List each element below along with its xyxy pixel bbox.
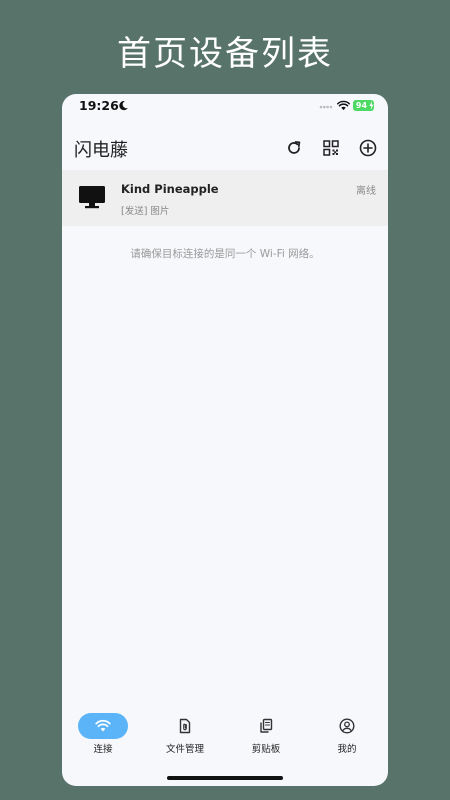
user-icon — [339, 718, 355, 734]
app-header: 闪电藤 — [62, 130, 388, 166]
phone-screen: 19:26 94 闪电藤 Kind Pineapple 离线 [发送] 图片 请… — [62, 94, 388, 786]
monitor-icon — [79, 186, 105, 209]
qr-code-icon[interactable] — [321, 138, 341, 158]
charging-bolt-icon — [369, 101, 374, 110]
tab-clipboard[interactable]: 剪贴板 — [225, 706, 307, 762]
tab-profile[interactable]: 我的 — [306, 706, 388, 762]
moon-icon — [119, 101, 128, 111]
tab-connect[interactable]: 连接 — [62, 706, 144, 762]
tab-label: 连接 — [93, 744, 113, 755]
device-status: 离线 — [356, 186, 376, 197]
tab-label: 我的 — [337, 744, 357, 755]
wifi-icon — [95, 719, 111, 732]
home-indicator — [167, 776, 283, 780]
page-title: 闪电藤 — [74, 140, 128, 161]
status-time: 19:26 — [79, 98, 119, 113]
promo-title: 首页设备列表 — [117, 34, 333, 74]
tab-bar: 连接 文件管理 剪贴板 我的 — [62, 706, 388, 762]
tab-label: 剪贴板 — [251, 744, 281, 755]
device-row[interactable]: Kind Pineapple 离线 [发送] 图片 — [62, 170, 388, 226]
tab-icon-container — [78, 713, 128, 739]
add-device-icon[interactable] — [358, 138, 378, 158]
battery-indicator: 94 — [353, 100, 374, 111]
refresh-icon[interactable] — [284, 138, 304, 158]
network-hint: 请确保目标连接的是同一个 Wi-Fi 网络。 — [130, 248, 320, 260]
wifi-status-icon — [337, 100, 350, 111]
status-bar: 19:26 94 — [62, 94, 388, 118]
file-attachment-icon — [179, 718, 191, 734]
device-last-message: [发送] 图片 — [121, 206, 170, 217]
tab-icon-container — [322, 713, 372, 739]
battery-level: 94 — [355, 101, 368, 110]
tab-label: 文件管理 — [165, 744, 204, 755]
tab-icon-container — [160, 713, 210, 739]
tab-file-manager[interactable]: 文件管理 — [144, 706, 226, 762]
clipboard-icon — [260, 718, 273, 733]
tab-icon-container — [241, 713, 291, 739]
device-name: Kind Pineapple — [121, 182, 219, 196]
signal-icon — [319, 105, 333, 109]
